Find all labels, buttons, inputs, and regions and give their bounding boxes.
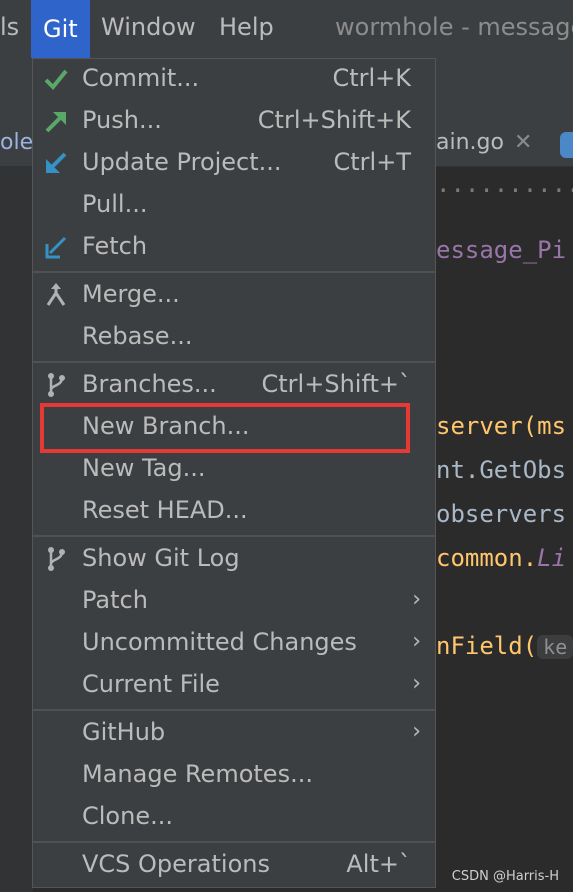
menu-item-fetch[interactable]: Fetch — [33, 227, 435, 269]
menu-item-label: Fetch — [82, 232, 148, 260]
branch-icon — [48, 547, 65, 571]
menu-item-reset-head[interactable]: Reset HEAD... — [33, 491, 435, 533]
menu-item-show-git-log[interactable]: Show Git Log — [33, 539, 435, 581]
menu-item-commit[interactable]: Commit... Ctrl+K — [33, 59, 435, 101]
window-title: wormhole - message — [335, 13, 573, 41]
menu-item-label: Patch — [82, 586, 148, 614]
menu-item-label: Show Git Log — [82, 544, 240, 572]
code-token: nField( — [436, 632, 538, 660]
menu-item-label: Update Project... — [82, 148, 282, 176]
menu-item-shortcut: Alt+` — [346, 850, 411, 878]
menu-item-branches[interactable]: Branches... Ctrl+Shift+` — [33, 365, 435, 407]
menu-separator — [33, 709, 435, 711]
menu-item-label: Clone... — [82, 802, 173, 830]
fetch-arrow-icon — [45, 236, 67, 259]
git-menu: Commit... Ctrl+K Push... Ctrl+Shift+K Up… — [32, 58, 436, 888]
menu-item-vcs-operations[interactable]: VCS Operations Alt+` — [33, 845, 435, 887]
menu-separator — [33, 361, 435, 363]
menu-item-shortcut: Ctrl+Shift+K — [257, 106, 411, 134]
menubar-item-git[interactable]: Git — [31, 0, 90, 58]
code-token: common. — [436, 544, 538, 572]
menu-item-github[interactable]: GitHub › — [33, 713, 435, 755]
menu-item-push[interactable]: Push... Ctrl+Shift+K — [33, 101, 435, 143]
menu-item-shortcut: Ctrl+K — [332, 64, 411, 92]
branch-icon — [48, 373, 65, 397]
highlight-box — [40, 403, 410, 453]
menu-bar: ls Git Window Help wormhole - message — [0, 0, 573, 58]
menu-item-label: New Tag... — [82, 454, 206, 482]
menu-item-label: Manage Remotes... — [82, 760, 313, 788]
menu-item-rebase[interactable]: Rebase... — [33, 317, 435, 359]
merge-icon — [46, 283, 66, 306]
menu-item-shortcut: Ctrl+T — [333, 148, 411, 176]
tab-label: ain.go — [436, 130, 504, 155]
menu-item-merge[interactable]: Merge... — [33, 275, 435, 317]
menu-separator — [33, 271, 435, 273]
menu-item-label: Reset HEAD... — [82, 496, 248, 524]
menu-item-shortcut: Ctrl+Shift+` — [261, 370, 411, 398]
menu-item-label: Uncommitted Changes — [82, 628, 357, 656]
check-icon — [44, 69, 68, 90]
tab-close-icon[interactable]: ✕ — [514, 130, 532, 155]
menu-item-label: Current File — [82, 670, 220, 698]
menu-item-label: Pull... — [82, 190, 148, 218]
submenu-arrow-icon: › — [412, 719, 421, 744]
menu-separator — [33, 841, 435, 843]
menu-item-label: VCS Operations — [82, 850, 270, 878]
push-arrow-icon — [45, 112, 66, 133]
menu-item-label: Merge... — [82, 280, 180, 308]
menu-item-label: GitHub — [82, 718, 166, 746]
submenu-arrow-icon: › — [412, 587, 421, 612]
code-line: nField(ke — [436, 632, 573, 660]
menu-item-clone[interactable]: Clone... — [33, 797, 435, 839]
tab-main-go[interactable]: ain.go ✕ — [436, 130, 532, 155]
submenu-arrow-icon: › — [412, 629, 421, 654]
menu-item-label: Commit... — [82, 64, 200, 92]
code-token: Li — [537, 544, 567, 572]
code-line: server(ms — [436, 412, 567, 440]
menu-item-new-tag[interactable]: New Tag... — [33, 449, 435, 491]
menu-item-pull[interactable]: Pull... — [33, 185, 435, 227]
code-line-partial: .......... — [436, 170, 573, 198]
menu-item-label: Branches... — [82, 370, 217, 398]
code-line: nt.GetObs — [436, 456, 567, 484]
menu-item-label: Rebase... — [82, 322, 193, 350]
code-line: observers — [436, 500, 567, 528]
update-arrow-icon — [46, 152, 67, 173]
tab-file-icon — [560, 132, 573, 158]
watermark: CSDN @Harris-H — [451, 869, 559, 884]
menu-item-label: Push... — [82, 106, 162, 134]
menubar-item-window[interactable]: Window — [101, 13, 196, 41]
menu-item-manage-remotes[interactable]: Manage Remotes... — [33, 755, 435, 797]
menu-item-update-project[interactable]: Update Project... Ctrl+T — [33, 143, 435, 185]
menu-item-uncommitted-changes[interactable]: Uncommitted Changes › — [33, 623, 435, 665]
parameter-hint: ke — [537, 635, 573, 659]
menu-separator — [33, 535, 435, 537]
submenu-arrow-icon: › — [412, 671, 421, 696]
menu-item-patch[interactable]: Patch › — [33, 581, 435, 623]
menubar-item-help[interactable]: Help — [219, 13, 274, 41]
code-line: common.Li — [436, 544, 566, 572]
menu-item-current-file[interactable]: Current File › — [33, 665, 435, 707]
menubar-item-tools-partial[interactable]: ls — [0, 13, 19, 41]
code-line: essage_Pi — [436, 236, 567, 264]
